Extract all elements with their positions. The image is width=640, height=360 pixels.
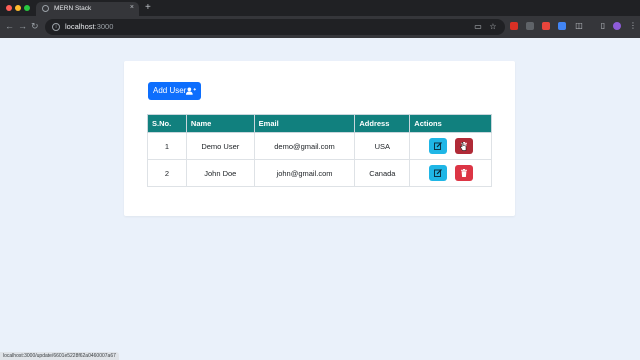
user-plus-icon [186,87,196,95]
avatar[interactable] [613,22,621,30]
row-number: 1 [147,132,187,160]
reload-button[interactable]: ↻ [31,20,39,32]
users-card: Add User S.No. Name Email Address Action… [124,61,515,216]
row-actions [409,132,492,160]
row-actions [409,159,492,187]
status-bar-url: localhost:3000/update/6601e5228f62a04600… [0,352,119,360]
info-icon[interactable]: i [52,23,60,31]
column-header: Actions [409,114,492,133]
browser-toolbar: ← → ↻ i localhost:3000 ▭ ☆ ◫ ▯ ⋮ [0,16,640,38]
extension-icon[interactable] [542,22,550,30]
browser-tab[interactable]: MERN Stack × [36,2,139,16]
user-email: demo@gmail.com [253,132,356,160]
user-name: Demo User [185,132,255,160]
back-button[interactable]: ← [5,20,14,32]
table-header-row: S.No. Name Email Address Actions [147,114,492,133]
forward-button[interactable]: → [18,20,27,32]
extension-icon[interactable] [558,22,566,30]
table-row: 1 Demo User demo@gmail.com USA [147,132,492,160]
add-user-button[interactable]: Add User [148,82,201,100]
trash-icon [460,169,467,177]
globe-icon [42,5,49,12]
edit-icon [433,142,442,150]
delete-button[interactable] [454,165,473,181]
add-user-label: Add User [153,86,187,95]
extension-icon[interactable] [510,22,518,30]
extensions-icon[interactable]: ◫ [574,21,584,31]
column-header: Address [354,114,411,133]
minimize-window-button[interactable] [15,5,21,11]
column-header: Name [185,114,255,133]
maximize-window-button[interactable] [24,5,30,11]
edit-button[interactable] [428,165,447,181]
url-text: localhost:3000 [65,22,114,31]
row-number: 2 [147,159,187,187]
star-icon[interactable]: ☆ [488,22,498,32]
delete-button[interactable] [454,138,473,154]
hand-cursor-icon [459,142,466,151]
new-tab-button[interactable]: + [145,2,151,14]
edit-button[interactable] [428,138,447,154]
column-header: S.No. [147,114,187,133]
close-window-button[interactable] [6,5,12,11]
edit-icon [433,169,442,177]
users-table: S.No. Name Email Address Actions 1 Demo … [147,114,492,187]
table-row: 2 John Doe john@gmail.com Canada [147,159,492,187]
user-address: USA [354,132,411,160]
address-bar[interactable]: i localhost:3000 ▭ ☆ [45,19,505,35]
column-header: Email [253,114,356,133]
browser-tab-bar: MERN Stack × + [0,0,640,16]
user-email: john@gmail.com [253,159,356,187]
close-tab-icon[interactable]: × [130,3,134,13]
extension-icon[interactable] [526,22,534,30]
user-address: Canada [354,159,411,187]
tab-title: MERN Stack [54,5,92,12]
user-name: John Doe [185,159,255,187]
sidebar-icon[interactable]: ▯ [598,21,608,31]
page-content: Add User S.No. Name Email Address Action… [0,38,640,360]
cast-icon[interactable]: ▭ [473,22,483,32]
menu-icon[interactable]: ⋮ [628,21,638,31]
